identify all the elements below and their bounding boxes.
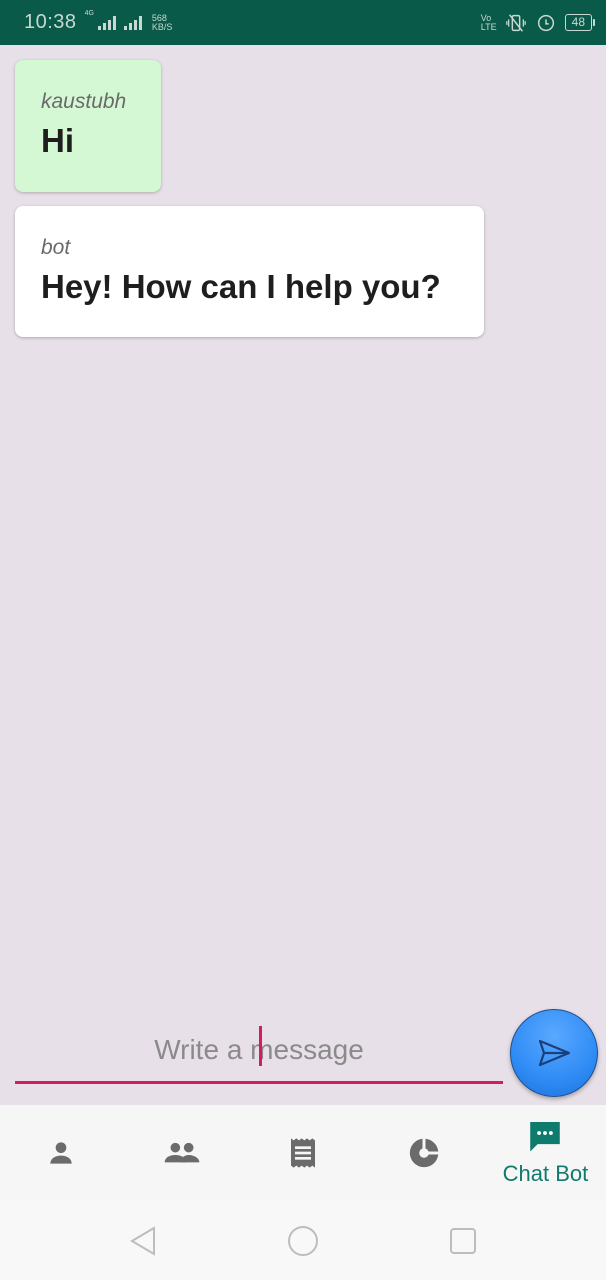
nav-item-chat-bot[interactable]: Chat Bot bbox=[485, 1105, 606, 1201]
group-icon bbox=[164, 1142, 200, 1163]
home-circle-icon bbox=[288, 1225, 318, 1256]
back-triangle-icon bbox=[130, 1225, 155, 1256]
network-speed: 568 KB/S bbox=[151, 13, 173, 32]
status-left-icons: 4G 568 KB/S bbox=[85, 10, 173, 32]
chat-icon bbox=[530, 1121, 561, 1152]
person-icon bbox=[49, 1142, 72, 1164]
network-type-label: 4G bbox=[84, 9, 94, 17]
battery-icon: 48 bbox=[564, 14, 596, 31]
message-sender: bot bbox=[41, 236, 71, 259]
nav-item-label: Chat Bot bbox=[502, 1161, 589, 1186]
message-bubble-bot: bot Hey! How can I help you? bbox=[15, 206, 484, 337]
message-text: Hi bbox=[41, 122, 74, 159]
vibrate-off-icon bbox=[505, 13, 526, 32]
system-navigation-bar bbox=[0, 1201, 606, 1280]
status-time: 10:38 bbox=[24, 11, 77, 33]
recents-button[interactable] bbox=[443, 1221, 483, 1261]
send-icon bbox=[538, 1039, 571, 1067]
network-speed-unit: KB/S bbox=[151, 21, 173, 32]
bottom-navigation: Chat Bot bbox=[0, 1105, 606, 1201]
message-bubble-user: kaustubh Hi bbox=[15, 60, 161, 192]
text-caret bbox=[259, 1026, 262, 1066]
volte-bottom: LTE bbox=[480, 21, 497, 32]
receipt-icon bbox=[291, 1138, 315, 1168]
chat-message-list: kaustubh Hi bot Hey! How can I help you? bbox=[0, 45, 606, 1005]
nav-item-analytics[interactable] bbox=[364, 1105, 485, 1201]
message-input-container bbox=[15, 1024, 503, 1084]
home-button[interactable] bbox=[283, 1221, 323, 1261]
recents-square-icon bbox=[450, 1227, 476, 1254]
signal-strength-icon bbox=[97, 15, 116, 30]
status-bar: 10:38 4G 568 KB/S Vo LTE 48 bbox=[0, 0, 606, 45]
volte-indicator: Vo LTE bbox=[480, 13, 497, 32]
message-sender: kaustubh bbox=[41, 90, 127, 113]
nav-item-groups[interactable] bbox=[121, 1105, 242, 1201]
message-text: Hey! How can I help you? bbox=[41, 268, 441, 305]
back-button[interactable] bbox=[123, 1221, 163, 1261]
status-right-icons: Vo LTE 48 bbox=[480, 12, 596, 34]
data-saver-icon bbox=[537, 14, 554, 31]
nav-item-receipts[interactable] bbox=[242, 1105, 363, 1201]
signal-strength-icon-2 bbox=[123, 15, 142, 30]
send-button[interactable] bbox=[510, 1009, 598, 1097]
nav-item-profile[interactable] bbox=[0, 1105, 121, 1201]
pie-chart-icon bbox=[410, 1138, 439, 1168]
